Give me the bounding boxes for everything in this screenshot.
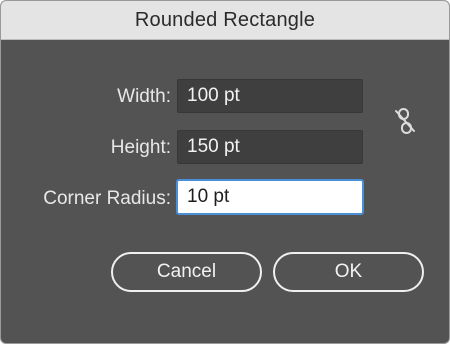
dialog-titlebar[interactable]: Rounded Rectangle	[1, 1, 449, 40]
cancel-button-label: Cancel	[156, 261, 217, 282]
rounded-rectangle-dialog: Rounded Rectangle Width: Height: Corner …	[0, 0, 450, 344]
ok-button-label: OK	[334, 261, 363, 282]
width-label: Width:	[117, 86, 171, 107]
corner-radius-field[interactable]	[176, 179, 364, 215]
height-label: Height:	[110, 137, 171, 158]
corner-radius-label: Corner Radius:	[43, 188, 171, 209]
dialog-title: Rounded Rectangle	[134, 8, 316, 31]
height-field[interactable]	[177, 130, 363, 164]
ok-button[interactable]: OK	[273, 252, 424, 292]
cancel-button[interactable]: Cancel	[111, 252, 262, 292]
unlinked-chain-icon[interactable]	[391, 107, 419, 135]
width-field[interactable]	[177, 79, 363, 113]
